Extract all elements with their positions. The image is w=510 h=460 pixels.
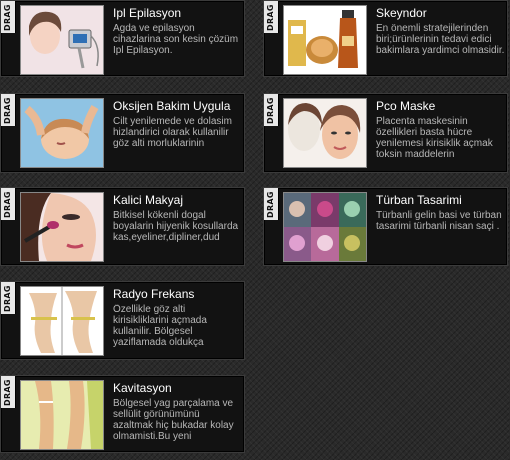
- drag-label: DRAG: [3, 379, 12, 406]
- card-description: Agda ve epilasyon cihazlarina son kesin …: [113, 23, 239, 56]
- service-card-skeyndor[interactable]: DRAG Skeyndor En önemli stratejilerinden…: [263, 0, 508, 77]
- card-title[interactable]: Skeyndor: [376, 6, 505, 20]
- card-title[interactable]: Radyo Frekans: [113, 287, 242, 301]
- card-description: Bitkisel kökenli dogal boyalarin hijyeni…: [113, 210, 239, 243]
- card-description: Özellikle göz alti kirisikliklarini açma…: [113, 304, 207, 348]
- card-description: En önemli stratejilerinden biri;ürünleri…: [376, 23, 505, 56]
- card-title[interactable]: Pco Maske: [376, 99, 505, 113]
- card-description: Türbanli gelin basi ve türban tasarimi t…: [376, 210, 502, 232]
- card-title[interactable]: Kavitasyon: [113, 381, 242, 395]
- left-column: DRAG Ipl Epilasyon Agda ve epilasyon cih…: [0, 0, 245, 460]
- makeup-brush-photo[interactable]: [20, 192, 104, 262]
- drag-label: DRAG: [266, 4, 275, 31]
- service-card-turban-tasarimi[interactable]: DRAG Türban Tasarimi Türbanli gelin basi…: [263, 187, 508, 266]
- drag-label: DRAG: [266, 97, 275, 124]
- drag-label: DRAG: [266, 191, 275, 218]
- cosmetics-products-photo[interactable]: [283, 5, 367, 75]
- drag-handle[interactable]: DRAG: [1, 1, 16, 33]
- drag-handle[interactable]: DRAG: [264, 188, 279, 220]
- right-column: DRAG Skeyndor En önemli stratejilerinden…: [263, 0, 508, 273]
- service-card-kalici-makyaj[interactable]: DRAG Kalici Makyaj Bitkisel kökenli doga…: [0, 187, 245, 266]
- service-card-oksijen-bakim[interactable]: DRAG Oksijen Bakim Uygula Cilt yenilemed…: [0, 93, 245, 173]
- drag-handle[interactable]: DRAG: [264, 94, 279, 126]
- card-description: Cilt yenilemede ve dolasim hizlandirici …: [113, 116, 232, 149]
- drag-handle[interactable]: DRAG: [1, 282, 16, 314]
- service-card-ipl-epilasyon[interactable]: DRAG Ipl Epilasyon Agda ve epilasyon cih…: [0, 0, 245, 77]
- legs-photo[interactable]: [20, 380, 104, 450]
- card-description: Placenta maskesinin özellikleri basta hü…: [376, 116, 493, 160]
- ipl-device-photo[interactable]: [20, 5, 104, 75]
- drag-handle[interactable]: DRAG: [1, 188, 16, 220]
- card-title[interactable]: Türban Tasarimi: [376, 193, 505, 207]
- drag-label: DRAG: [3, 4, 12, 31]
- drag-label: DRAG: [3, 285, 12, 312]
- card-title[interactable]: Kalici Makyaj: [113, 193, 242, 207]
- card-title[interactable]: Ipl Epilasyon: [113, 6, 242, 20]
- card-description: Bölgesel yag parçalama ve sellülit görün…: [113, 398, 234, 442]
- face-mask-photo[interactable]: [283, 98, 367, 168]
- card-title[interactable]: Oksijen Bakim Uygula: [113, 99, 242, 113]
- drag-label: DRAG: [3, 191, 12, 218]
- drag-label: DRAG: [3, 97, 12, 124]
- drag-handle[interactable]: DRAG: [1, 94, 16, 126]
- drag-handle[interactable]: DRAG: [264, 1, 279, 33]
- turban-collage-photo[interactable]: [283, 192, 367, 262]
- service-card-kavitasyon[interactable]: DRAG Kavitasyon Bölgesel yag parçalama v…: [0, 375, 245, 453]
- service-card-pco-maske[interactable]: DRAG Pco Maske Placenta maskesinin özell…: [263, 93, 508, 173]
- oxygen-facial-photo[interactable]: [20, 98, 104, 168]
- drag-handle[interactable]: DRAG: [1, 376, 16, 408]
- waist-measure-photo[interactable]: [20, 286, 104, 356]
- service-card-radyo-frekans[interactable]: DRAG Radyo Frekans Özellikle göz alti ki…: [0, 281, 245, 360]
